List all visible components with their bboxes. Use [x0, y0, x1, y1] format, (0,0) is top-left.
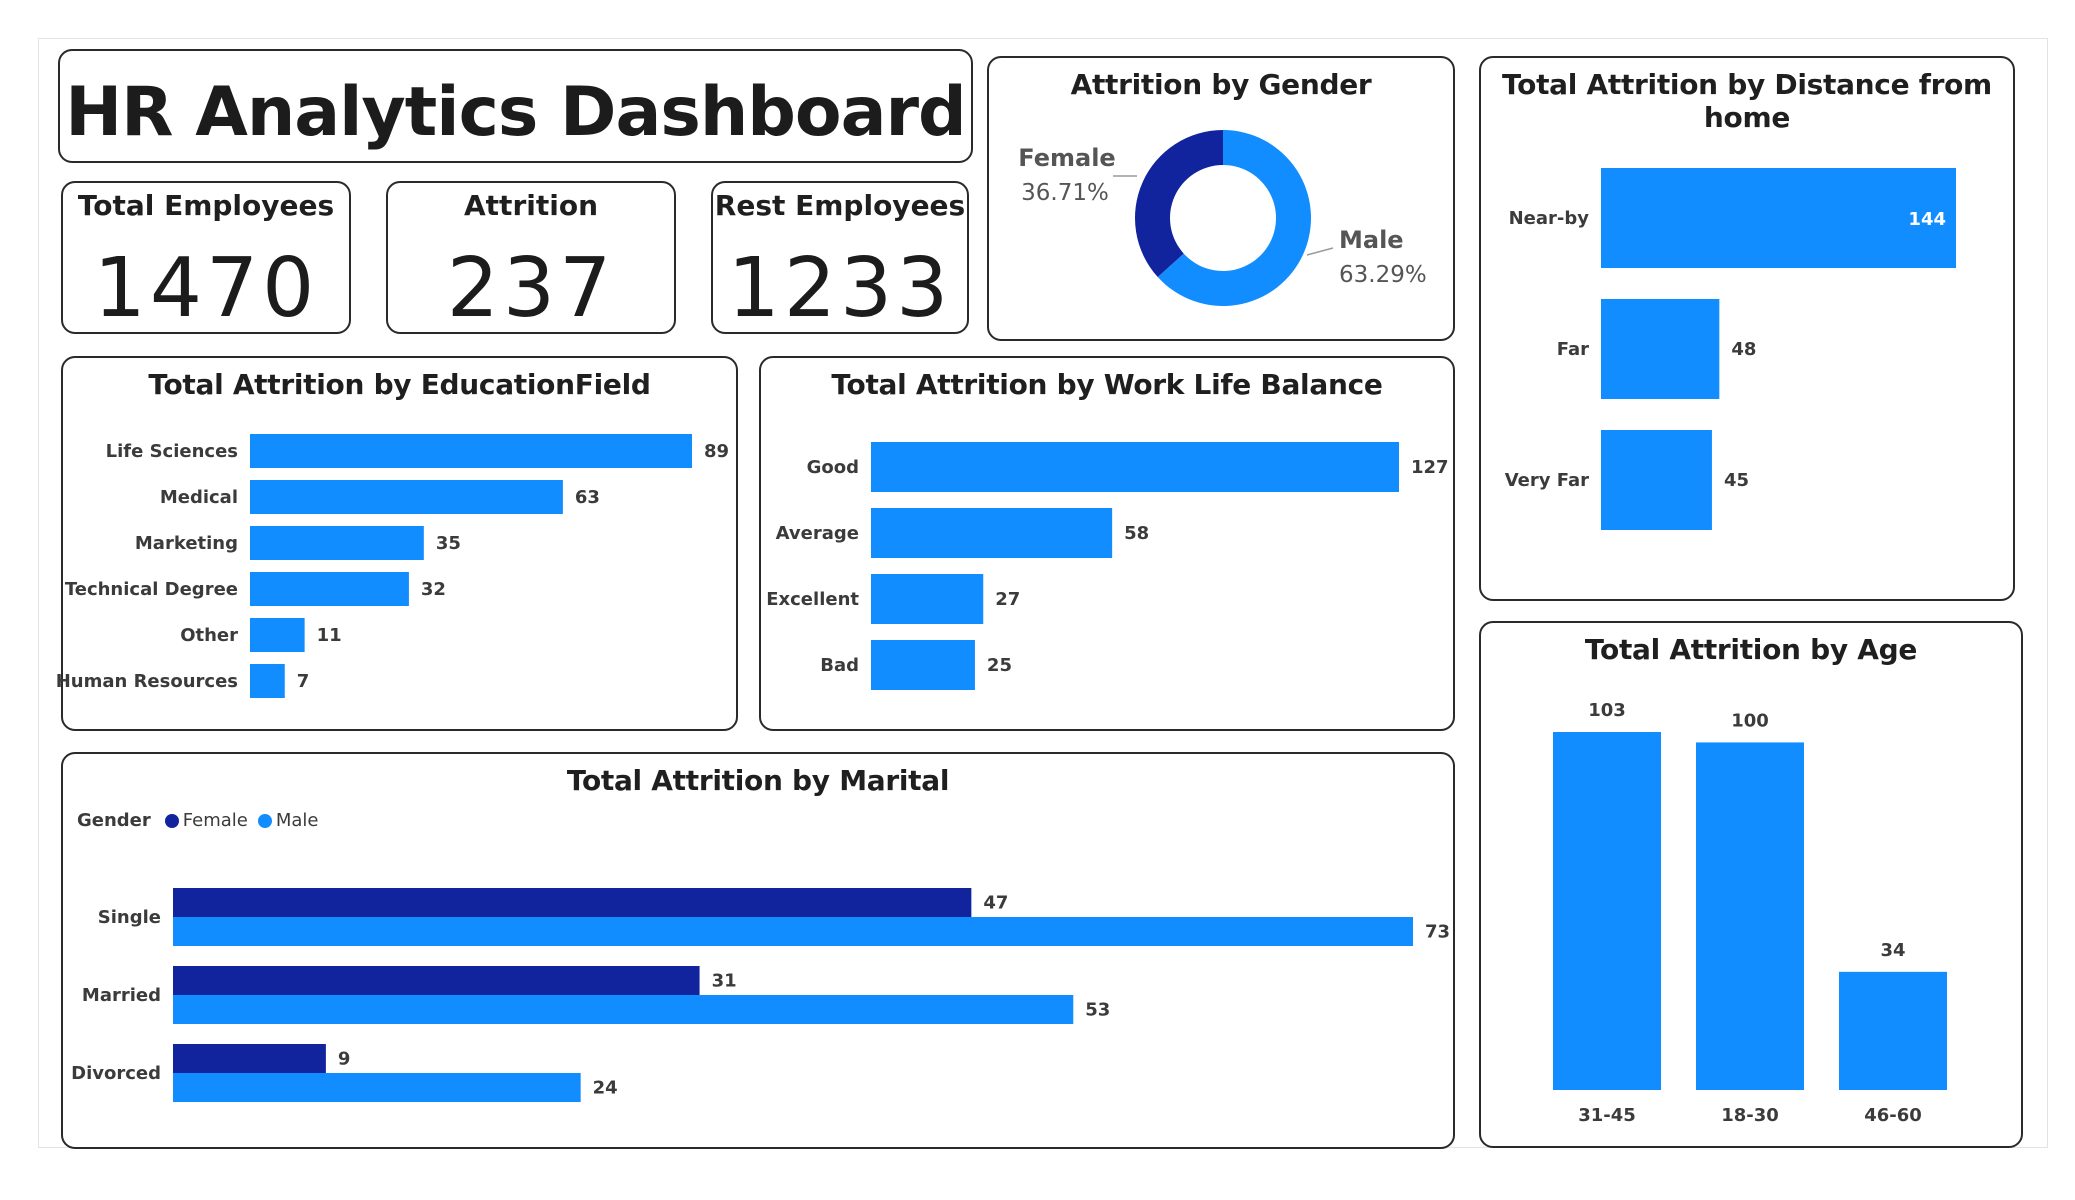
category-label-medical: Medical — [160, 487, 238, 508]
bar-good[interactable] — [871, 442, 1399, 492]
category-label-near-by: Near-by — [1509, 208, 1590, 229]
category-label-far: Far — [1557, 339, 1589, 360]
category-label-31-45: 31-45 — [1578, 1105, 1636, 1126]
bar-46-60[interactable] — [1839, 971, 1947, 1090]
data-label-far: 48 — [1731, 339, 1756, 360]
data-label-married-female: 31 — [712, 971, 737, 992]
bar-life-sciences[interactable] — [250, 434, 692, 468]
data-label-average: 58 — [1124, 523, 1149, 544]
category-label-excellent: Excellent — [766, 589, 859, 610]
category-label-life-sciences: Life Sciences — [106, 441, 238, 462]
bar-near-by[interactable] — [1601, 168, 1956, 268]
kpi-value: 237 — [446, 241, 616, 336]
category-label-very-far: Very Far — [1505, 470, 1589, 491]
data-label-male: 63.29% — [1339, 262, 1427, 288]
data-label-single-female: 47 — [983, 893, 1008, 914]
dashboard-canvas: HR Analytics Dashboard Total Employees 1… — [0, 0, 2075, 1200]
category-label-single: Single — [98, 907, 161, 928]
data-label-medical: 63 — [575, 487, 600, 508]
bar-single-male[interactable] — [173, 917, 1413, 946]
data-label-near-by: 144 — [1908, 209, 1946, 230]
donut-slice-female[interactable] — [1135, 130, 1223, 278]
distance-chart-card[interactable]: Total Attrition by Distance from home Ne… — [1479, 56, 2015, 601]
bar-divorced-male[interactable] — [173, 1073, 581, 1102]
bar-far[interactable] — [1601, 299, 1720, 399]
age-chart-card[interactable]: Total Attrition by Age 103 31-45 100 18-30 3… — [1479, 621, 2023, 1148]
data-label-single-male: 73 — [1425, 922, 1450, 943]
kpi-label: Total Employees — [77, 189, 335, 222]
bar-bad[interactable] — [871, 640, 975, 690]
marital-chart-card[interactable]: Total Attrition by Marital Gender Female… — [61, 752, 1455, 1149]
category-label-18-30: 18-30 — [1721, 1105, 1779, 1126]
data-label-18-30: 100 — [1731, 710, 1769, 731]
dashboard-title: HR Analytics Dashboard — [65, 73, 966, 152]
data-label-very-far: 45 — [1724, 470, 1749, 491]
bar-31-45[interactable] — [1553, 732, 1661, 1090]
data-label-other: 11 — [317, 625, 342, 646]
data-label-bad: 25 — [987, 655, 1012, 676]
education-bar-chart: Life Sciences 89 Medical 63 Marketing 35 Techn… — [56, 434, 729, 698]
category-label-46-60: 46-60 — [1864, 1105, 1922, 1126]
category-label-married: Married — [82, 985, 161, 1006]
kpi-value: 1233 — [727, 241, 953, 336]
kpi-card-attrition[interactable]: Attrition 237 — [386, 181, 676, 336]
category-label-other: Other — [180, 625, 238, 646]
bar-average[interactable] — [871, 508, 1113, 558]
bar-married-male[interactable] — [173, 995, 1074, 1024]
bar-human-resources[interactable] — [250, 664, 285, 698]
distance-bar-chart: Near-by 144 Far 48 Very Far 45 — [1505, 168, 1956, 530]
category-label-human-resources: Human Resources — [56, 671, 238, 692]
category-label-divorced: Divorced — [71, 1063, 161, 1084]
kpi-card-total-employees[interactable]: Total Employees 1470 — [61, 181, 351, 336]
data-label-technical-degree: 32 — [421, 579, 446, 600]
gender-chart-card[interactable]: Attrition by Gender Female 36.71% Male 63.2… — [987, 56, 1455, 341]
marital-bar-chart: Single 47 73 Married 31 53 Divorced 9 24 — [71, 888, 1450, 1102]
data-label-life-sciences: 89 — [704, 441, 729, 462]
category-label-good: Good — [807, 457, 859, 478]
data-label-human-resources: 7 — [297, 671, 310, 692]
kpi-label: Rest Employees — [714, 189, 966, 222]
data-label-divorced-female: 9 — [338, 1049, 351, 1070]
bar-married-female[interactable] — [173, 966, 700, 995]
worklife-chart-card[interactable]: Total Attrition by Work Life Balance Goo… — [759, 356, 1455, 731]
education-chart-card[interactable]: Total Attrition by EducationField Life S… — [56, 356, 738, 731]
bar-other[interactable] — [250, 618, 305, 652]
bar-marketing[interactable] — [250, 526, 424, 560]
category-label-bad: Bad — [820, 655, 859, 676]
bar-technical-degree[interactable] — [250, 572, 409, 606]
category-label-average: Average — [776, 523, 859, 544]
category-label-female: Female — [1018, 144, 1115, 172]
kpi-label: Attrition — [464, 189, 598, 222]
data-label-46-60: 34 — [1880, 940, 1905, 961]
data-label-good: 127 — [1411, 457, 1449, 478]
bar-divorced-female[interactable] — [173, 1044, 326, 1073]
data-label-marketing: 35 — [436, 533, 461, 554]
kpi-value: 1470 — [93, 241, 319, 336]
leader-line-male — [1306, 247, 1334, 256]
data-label-31-45: 103 — [1588, 700, 1626, 721]
title-card: HR Analytics Dashboard — [58, 49, 973, 163]
data-label-excellent: 27 — [995, 589, 1020, 610]
data-label-divorced-male: 24 — [593, 1078, 618, 1099]
category-label-marketing: Marketing — [135, 533, 238, 554]
bar-18-30[interactable] — [1696, 742, 1804, 1090]
category-label-male: Male — [1339, 226, 1404, 254]
data-label-female: 36.71% — [1021, 180, 1109, 206]
data-label-married-male: 53 — [1085, 1000, 1110, 1021]
category-label-technical-degree: Technical Degree — [65, 579, 238, 600]
kpi-card-rest-employees[interactable]: Rest Employees 1233 — [711, 181, 969, 336]
age-bar-chart: 103 31-45 100 18-30 34 46-60 — [1553, 700, 1947, 1126]
bar-very-far[interactable] — [1601, 430, 1712, 530]
bar-medical[interactable] — [250, 480, 563, 514]
bar-single-female[interactable] — [173, 888, 972, 917]
gender-donut-chart: Female 36.71% Male 63.29% — [1018, 130, 1427, 306]
worklife-bar-chart: Good 127 Average 58 Excellent 27 Bad 25 — [766, 442, 1449, 690]
bar-excellent[interactable] — [871, 574, 984, 624]
